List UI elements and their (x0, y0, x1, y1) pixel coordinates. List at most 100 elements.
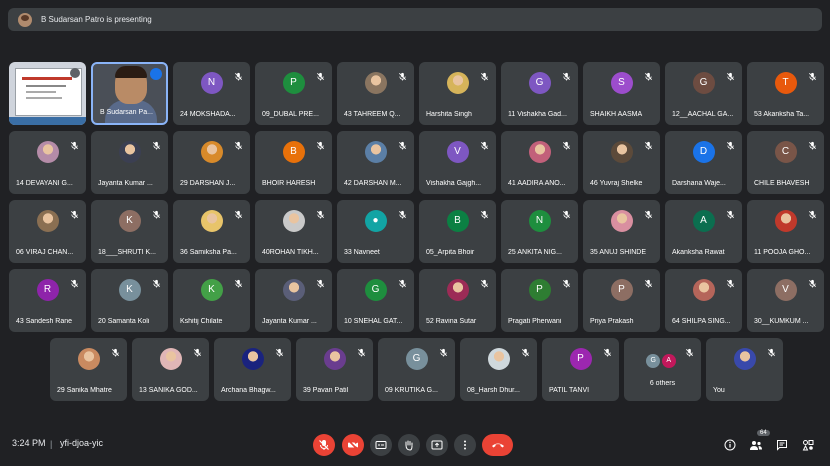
people-button[interactable] (748, 437, 764, 453)
avatar: G (692, 71, 715, 94)
participant-tile[interactable]: K 18___SHRUTI K... (91, 200, 168, 263)
participant-name: 46 Yuvraj Shelke (590, 180, 643, 187)
participant-name: Vishakha Gajgh... (426, 180, 482, 187)
participant-tile[interactable]: 40ROHAN TIKH... (255, 200, 332, 263)
participant-tile[interactable]: Jayanta Kumar ... (91, 131, 168, 194)
speaker-tile[interactable]: B Sudarsan Pa... (91, 62, 168, 125)
avatar-photo (610, 140, 633, 163)
present-now-button[interactable] (426, 434, 448, 456)
participant-tile[interactable]: P Pragati Pherwani (501, 269, 578, 332)
participant-tile[interactable]: A Akanksha Rawat (665, 200, 742, 263)
mic-off-icon (398, 206, 407, 219)
participant-tile[interactable]: 43 TAHREEM Q... (337, 62, 414, 125)
participant-tile[interactable]: 46 Yuvraj Shelke (583, 131, 660, 194)
participant-name: 11 Vishakha Gad... (508, 111, 567, 118)
participant-tile[interactable]: 29 DARSHAN J... (173, 131, 250, 194)
participant-name: 36 Samiksha Pa... (180, 249, 237, 256)
meeting-details-button[interactable] (722, 437, 738, 453)
avatar-photo (200, 140, 223, 163)
participant-tile[interactable]: P PATIL TANVI (542, 338, 619, 401)
participant-tile[interactable]: You (706, 338, 783, 401)
mic-off-button[interactable] (313, 434, 335, 456)
participant-name: Darshana Waje... (672, 180, 726, 187)
leave-call-button[interactable] (482, 434, 513, 456)
participant-tile[interactable]: D Darshana Waje... (665, 131, 742, 194)
avatar: B (282, 140, 305, 163)
participant-tile[interactable]: V 30__KUMKUM ... (747, 269, 824, 332)
chat-button[interactable] (774, 437, 790, 453)
participant-tile[interactable]: 42 DARSHAN M... (337, 131, 414, 194)
participant-tile[interactable]: K 20 Samanta Koli (91, 269, 168, 332)
participant-tile[interactable]: B BHOIR HARESH (255, 131, 332, 194)
avatar: G (364, 278, 387, 301)
mic-off-icon (357, 344, 366, 357)
presentation-tile[interactable] (9, 62, 86, 125)
participant-tile[interactable]: 13 SANIKA GOD... (132, 338, 209, 401)
mic-off-icon (808, 275, 817, 288)
camera-off-icon (347, 439, 359, 451)
participant-tile[interactable]: 39 Pavan Patil (296, 338, 373, 401)
participant-tile[interactable]: 41 AADIRA ANO... (501, 131, 578, 194)
participant-tile[interactable]: ● 33 Navneet (337, 200, 414, 263)
captions-button[interactable] (370, 434, 392, 456)
participant-tile[interactable]: 08_Harsh Dhur... (460, 338, 537, 401)
participant-tile[interactable]: 11 POOJA GHO... (747, 200, 824, 263)
participant-tile[interactable]: V Vishakha Gajgh... (419, 131, 496, 194)
participant-tile[interactable]: P Priya Prakash (583, 269, 660, 332)
meeting-code: yfi-djoa-yic (60, 438, 104, 448)
participant-tile[interactable]: Jayanta Kumar ... (255, 269, 332, 332)
participant-tile[interactable]: 29 Sanika Mhatre (50, 338, 127, 401)
raise-hand-button[interactable] (398, 434, 420, 456)
participant-tile[interactable]: G 11 Vishakha Gad... (501, 62, 578, 125)
avatar-photo (323, 347, 346, 370)
speaking-indicator-icon (150, 68, 162, 80)
participant-tile[interactable]: C CHILE BHAVESH (747, 131, 824, 194)
participant-tile[interactable]: P 09_DUBAL PRE... (255, 62, 332, 125)
avatar: ● (364, 209, 387, 232)
more-options-button[interactable] (454, 434, 476, 456)
participant-tile[interactable]: 52 Ravina Sutar (419, 269, 496, 332)
avatar-photo (692, 278, 715, 301)
mic-off-icon (480, 275, 489, 288)
participant-tile[interactable]: Harshita Singh (419, 62, 496, 125)
participant-tile[interactable]: B 05_Arpita Bhoir (419, 200, 496, 263)
mic-off-icon (685, 344, 694, 357)
participant-tile[interactable]: 14 DEVAYANI G... (9, 131, 86, 194)
participant-tile[interactable]: G 10 SNEHAL GAT... (337, 269, 414, 332)
participant-tile[interactable]: 64 SHILPA SING... (665, 269, 742, 332)
avatar: G (528, 71, 551, 94)
participant-tile[interactable]: S SHAIKH AASMA (583, 62, 660, 125)
participant-name: 29 Sanika Mhatre (57, 387, 112, 394)
participant-name: PATIL TANVI (549, 387, 590, 394)
activities-button[interactable] (800, 437, 816, 453)
participant-name: 43 Sandesh Rane (16, 318, 73, 325)
participant-name: 64 SHILPA SING... (672, 318, 731, 325)
participant-name: 40ROHAN TIKH... (262, 249, 319, 256)
participant-name: 09 KRUTIKA G... (385, 387, 438, 394)
participant-tile[interactable]: N 25 ANKITA NIG... (501, 200, 578, 263)
mic-off-icon (726, 206, 735, 219)
participant-name: 13 SANIKA GOD... (139, 387, 198, 394)
avatar-photo (118, 140, 141, 163)
participant-name: Kshitij Chilate (180, 318, 223, 325)
camera-off-button[interactable] (342, 434, 364, 456)
participant-name: CHILE BHAVESH (754, 180, 810, 187)
others-tile[interactable]: GA 6 others (624, 338, 701, 401)
participant-tile[interactable]: G 09 KRUTIKA G... (378, 338, 455, 401)
participant-tile[interactable]: T 53 Akanksha Ta... (747, 62, 824, 125)
more-vert-icon (464, 440, 466, 450)
participant-tile[interactable]: K Kshitij Chilate (173, 269, 250, 332)
mic-off-icon (70, 275, 79, 288)
participant-tile[interactable]: R 43 Sandesh Rane (9, 269, 86, 332)
participant-tile[interactable]: 35 ANUJ SHINDE (583, 200, 660, 263)
avatar-photo (77, 347, 100, 370)
bottom-bar: 3:24 PM | yfi-djoa-yic 64 (0, 423, 830, 466)
participant-tile[interactable]: 36 Samiksha Pa... (173, 200, 250, 263)
participant-tile[interactable]: G 12__AACHAL GA... (665, 62, 742, 125)
participant-tile[interactable]: Archana Bhagw... (214, 338, 291, 401)
avatar: A (661, 353, 676, 368)
participant-tile[interactable]: 06 VIRAJ CHAN... (9, 200, 86, 263)
participant-tile[interactable]: N 24 MOKSHADA... (173, 62, 250, 125)
pin-icon[interactable] (70, 68, 80, 78)
participant-name: 39 Pavan Patil (303, 387, 349, 394)
